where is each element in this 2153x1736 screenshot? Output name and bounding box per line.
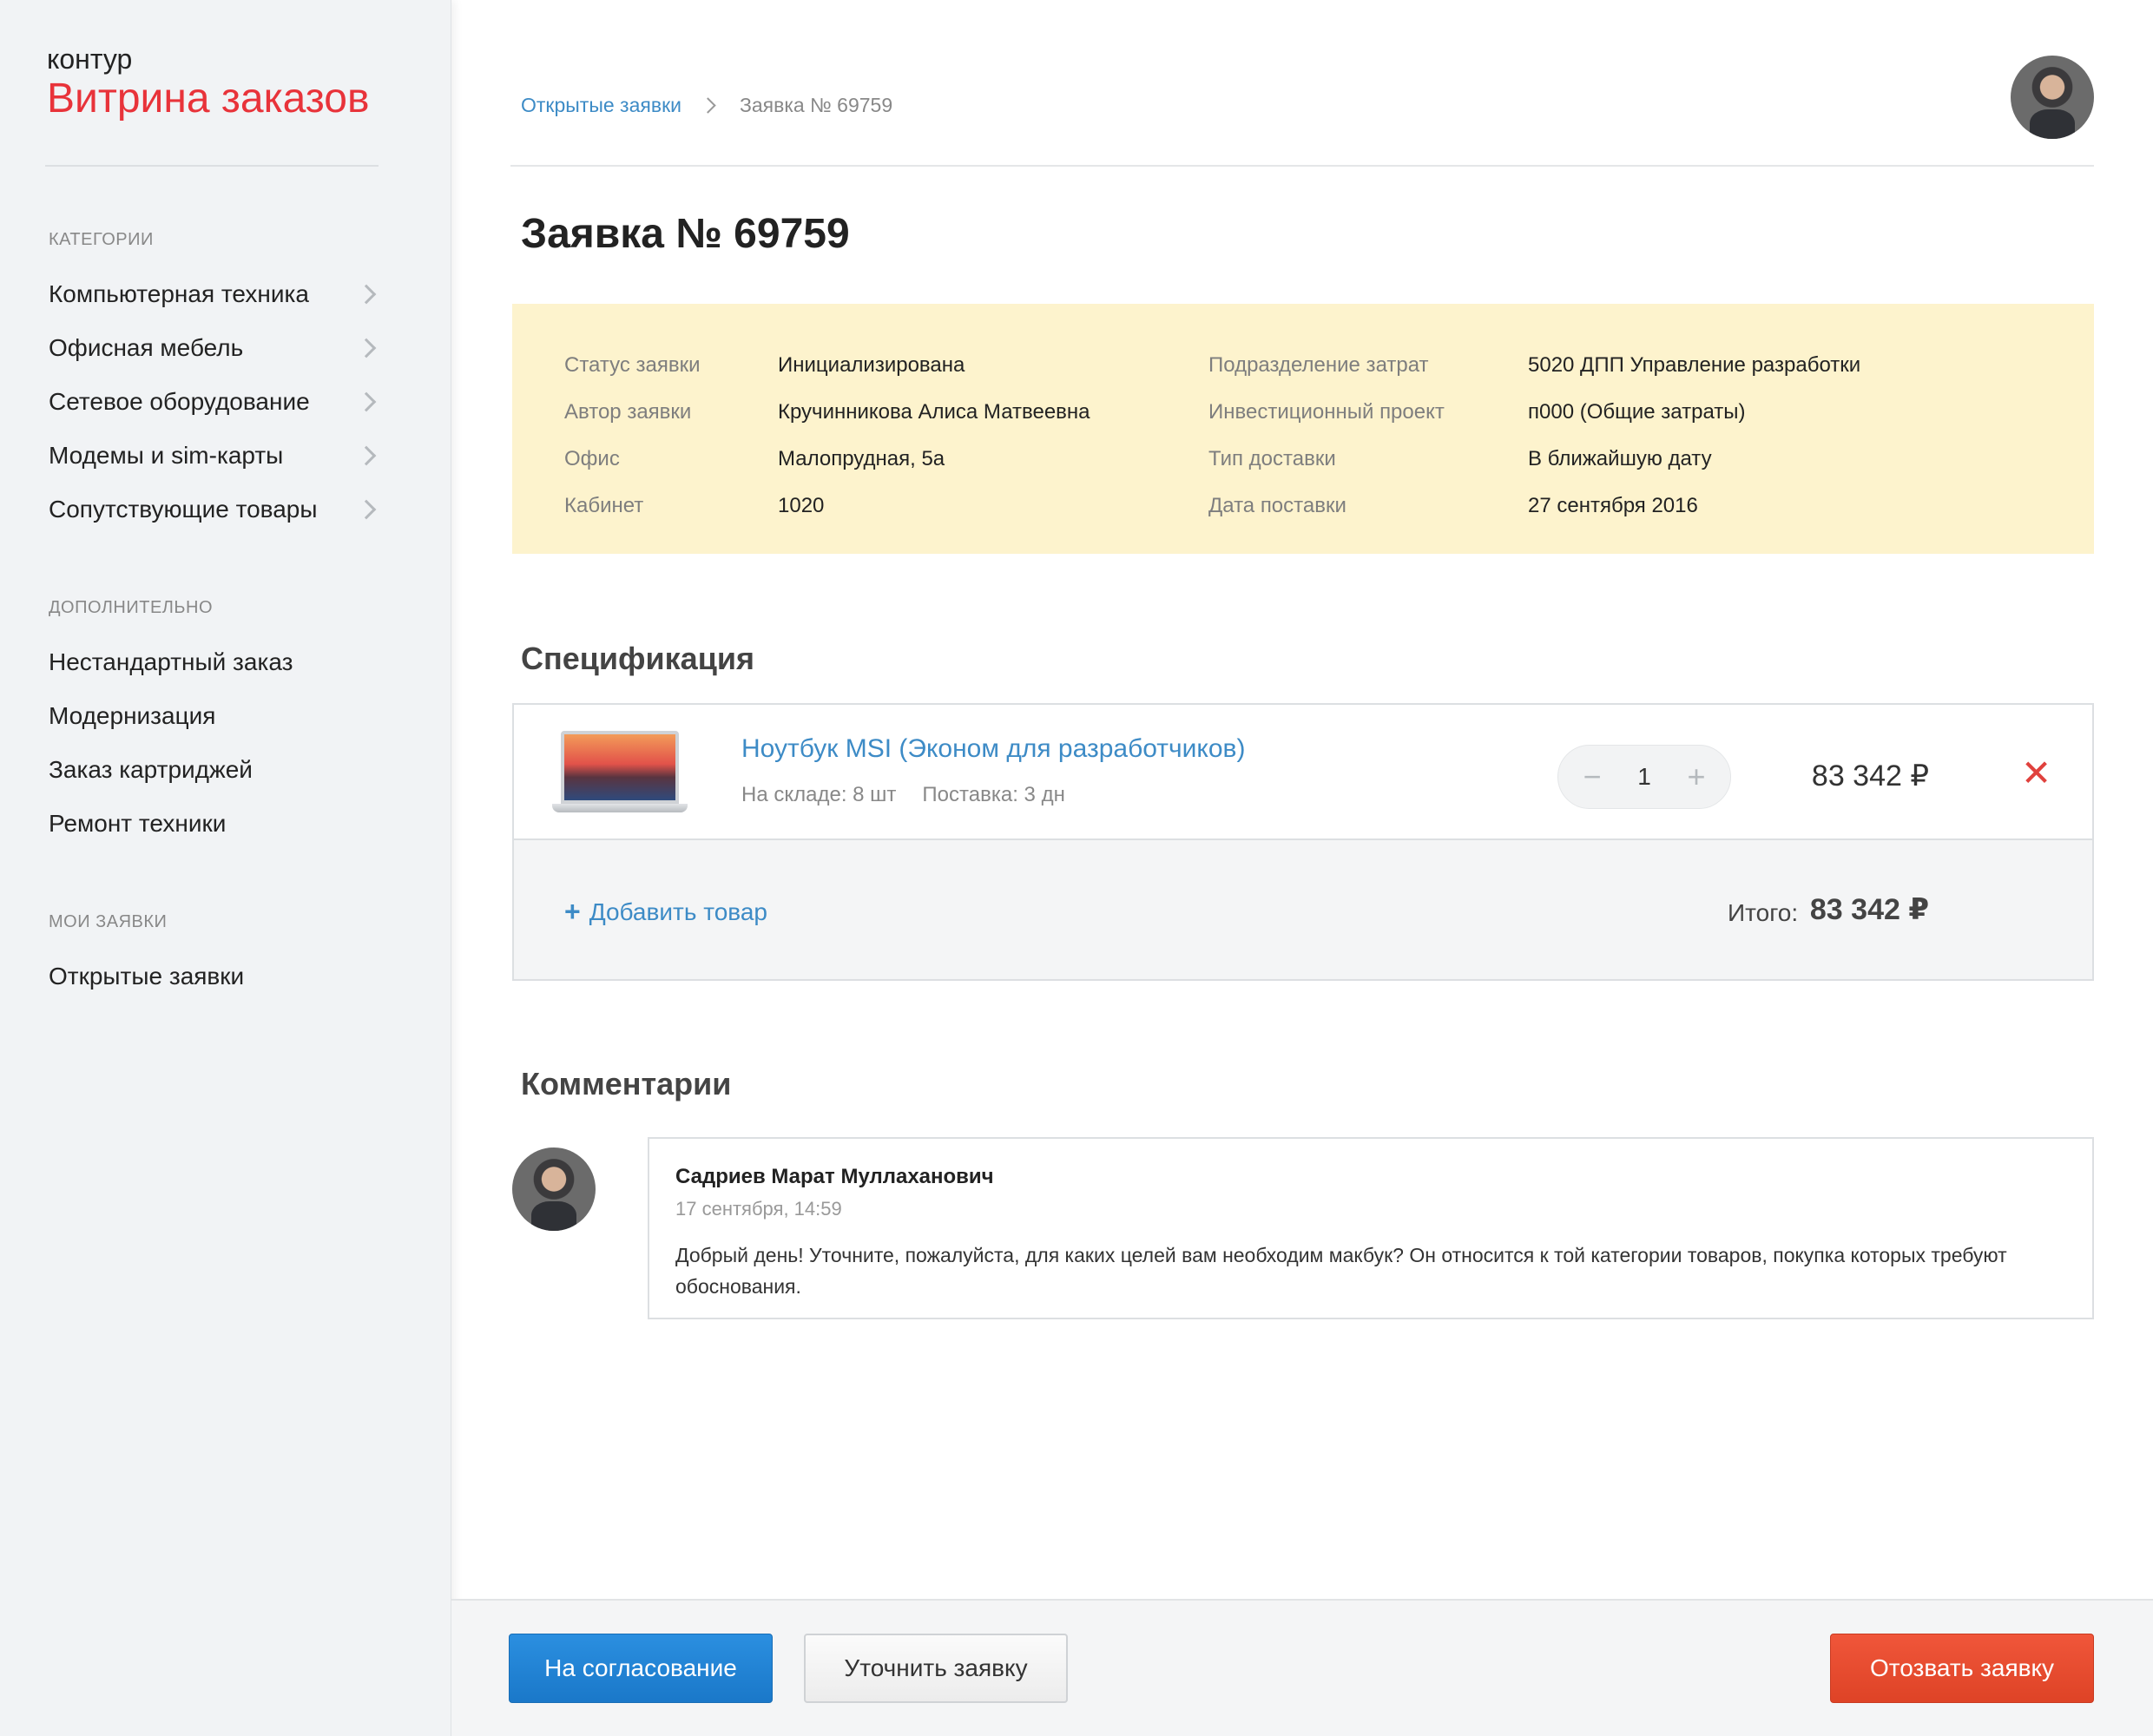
info-label: Автор заявки xyxy=(564,400,692,424)
sidebar-item-network[interactable]: Сетевое оборудование xyxy=(49,375,380,429)
info-value: п000 (Общие затраты) xyxy=(1528,400,1746,424)
main-content: Открытые заявки Заявка № 69759 Заявка № … xyxy=(451,0,2153,1736)
sidebar-item-label: Нестандартный заказ xyxy=(49,648,293,675)
sidebar-item-cartridges[interactable]: Заказ картриджей xyxy=(49,743,380,797)
info-value: 27 сентября 2016 xyxy=(1528,494,1698,517)
chevron-right-icon xyxy=(356,284,377,305)
info-value: 5020 ДПП Управление разработки xyxy=(1528,353,1861,377)
comment-avatar xyxy=(512,1147,596,1231)
quantity-stepper: − 1 + xyxy=(1557,745,1731,809)
comment-date: 17 сентября, 14:59 xyxy=(675,1198,842,1220)
plus-icon: + xyxy=(564,896,581,927)
send-for-approval-button[interactable]: На согласование xyxy=(509,1634,773,1703)
spec-item-row: Ноутбук MSI (Эконом для разработчиков) Н… xyxy=(514,705,2092,840)
chevron-right-icon xyxy=(700,97,716,114)
product-meta: На складе: 8 шт Поставка: 3 дн xyxy=(741,783,1065,807)
sidebar-item-accessories[interactable]: Сопутствующие товары xyxy=(49,483,380,536)
product-delivery: Поставка: 3 дн xyxy=(922,783,1065,806)
order-info-panel: Статус заявки Инициализирована Подраздел… xyxy=(512,304,2094,554)
sidebar-section-extra: Дополнительно Нестандартный заказ Модерн… xyxy=(49,595,380,851)
comment-text: Добрый день! Уточните, пожалуйста, для к… xyxy=(675,1244,2007,1298)
info-label: Офис xyxy=(564,447,620,470)
sidebar: контур Витрина заказов Категории Компьют… xyxy=(0,0,451,1736)
info-label: Инвестиционный проект xyxy=(1208,400,1445,424)
plus-icon[interactable]: + xyxy=(1683,761,1709,792)
remove-item-icon[interactable]: ✕ xyxy=(2021,755,2051,792)
item-price: 83 342 ₽ xyxy=(1811,760,1929,792)
brand-product: Витрина заказов xyxy=(47,76,370,122)
clarify-order-button[interactable]: Уточнить заявку xyxy=(804,1634,1068,1703)
spec-title: Спецификация xyxy=(521,641,754,676)
info-label: Подразделение затрат xyxy=(1208,353,1429,377)
sidebar-item-open-orders[interactable]: Открытые заявки xyxy=(49,950,380,1003)
sidebar-item-label: Модернизация xyxy=(49,702,216,729)
sidebar-item-label: Открытые заявки xyxy=(49,963,245,990)
sidebar-item-computers[interactable]: Компьютерная техника xyxy=(49,267,380,321)
info-value: В ближайшую дату xyxy=(1528,447,1712,470)
info-value: Кручинникова Алиса Матвеевна xyxy=(778,400,1090,424)
add-product-label: Добавить товар xyxy=(589,898,767,925)
sidebar-heading-extra: Дополнительно xyxy=(49,598,214,617)
action-bar: На согласование Уточнить заявку Отозвать… xyxy=(451,1599,2153,1736)
product-link[interactable]: Ноутбук MSI (Эконом для разработчиков) xyxy=(741,734,1245,764)
info-label: Кабинет xyxy=(564,494,644,517)
sidebar-section-my-orders: Мои заявки Открытые заявки xyxy=(49,910,380,1003)
sidebar-item-label: Сопутствующие товары xyxy=(49,496,318,523)
withdraw-order-button[interactable]: Отозвать заявку xyxy=(1830,1634,2094,1703)
info-value: 1020 xyxy=(778,494,825,517)
breadcrumb: Открытые заявки Заявка № 69759 xyxy=(521,94,892,117)
info-value: Инициализирована xyxy=(778,353,965,377)
chevron-right-icon xyxy=(356,445,377,466)
chevron-right-icon xyxy=(356,338,377,358)
info-label: Дата поставки xyxy=(1208,494,1346,517)
sidebar-item-custom-order[interactable]: Нестандартный заказ xyxy=(49,635,380,689)
sidebar-item-repair[interactable]: Ремонт техники xyxy=(49,797,380,851)
brand-logo[interactable]: контур Витрина заказов xyxy=(47,42,369,125)
add-product-button[interactable]: + Добавить товар xyxy=(564,896,767,928)
sidebar-item-furniture[interactable]: Офисная мебель xyxy=(49,321,380,375)
minus-icon[interactable]: − xyxy=(1579,761,1605,792)
spec-table: Ноутбук MSI (Эконом для разработчиков) Н… xyxy=(512,703,2094,981)
sidebar-item-label: Заказ картриджей xyxy=(49,756,253,783)
sidebar-item-label: Офисная мебель xyxy=(49,334,244,361)
user-avatar[interactable] xyxy=(2011,56,2094,139)
info-row: Кабинет 1020 Дата поставки 27 сентября 2… xyxy=(564,483,1962,529)
sidebar-section-categories: Категории Компьютерная техника Офисная м… xyxy=(49,227,380,536)
info-label: Тип доставки xyxy=(1208,447,1336,470)
comment-card: Садриев Марат Муллаханович 17 сентября, … xyxy=(648,1137,2094,1319)
info-label: Статус заявки xyxy=(564,353,701,377)
page-title: Заявка № 69759 xyxy=(521,211,850,257)
breadcrumb-current: Заявка № 69759 xyxy=(739,94,893,116)
laptop-thumbnail[interactable] xyxy=(552,731,688,818)
info-row: Статус заявки Инициализирована Подраздел… xyxy=(564,342,1962,389)
chevron-right-icon xyxy=(356,391,377,412)
sidebar-heading-my-orders: Мои заявки xyxy=(49,912,168,931)
quantity-value[interactable]: 1 xyxy=(1637,763,1651,791)
sidebar-item-label: Сетевое оборудование xyxy=(49,388,310,415)
header-divider xyxy=(510,165,2094,167)
comments-title: Комментарии xyxy=(521,1066,732,1101)
sidebar-heading-categories: Категории xyxy=(49,230,154,249)
sidebar-item-upgrade[interactable]: Модернизация xyxy=(49,689,380,743)
sidebar-item-label: Ремонт техники xyxy=(49,810,227,837)
info-row: Офис Малопрудная, 5а Тип доставки В ближ… xyxy=(564,436,1962,483)
comment-author: Садриев Марат Муллаханович xyxy=(675,1165,994,1188)
brand-company: контур xyxy=(47,43,133,75)
info-value: Малопрудная, 5а xyxy=(778,447,945,470)
sidebar-item-label: Модемы и sim-карты xyxy=(49,442,284,469)
info-row: Автор заявки Кручинникова Алиса Матвеевн… xyxy=(564,389,1962,436)
spec-footer: + Добавить товар Итого: 83 342 ₽ xyxy=(514,840,2092,979)
sidebar-item-modems[interactable]: Модемы и sim-карты xyxy=(49,429,380,483)
breadcrumb-link-open-orders[interactable]: Открытые заявки xyxy=(521,94,681,117)
sidebar-divider xyxy=(45,165,379,167)
product-stock: На складе: 8 шт xyxy=(741,783,897,806)
chevron-right-icon xyxy=(356,499,377,520)
sidebar-item-label: Компьютерная техника xyxy=(49,280,309,307)
total-value: 83 342 ₽ xyxy=(1809,893,1929,926)
